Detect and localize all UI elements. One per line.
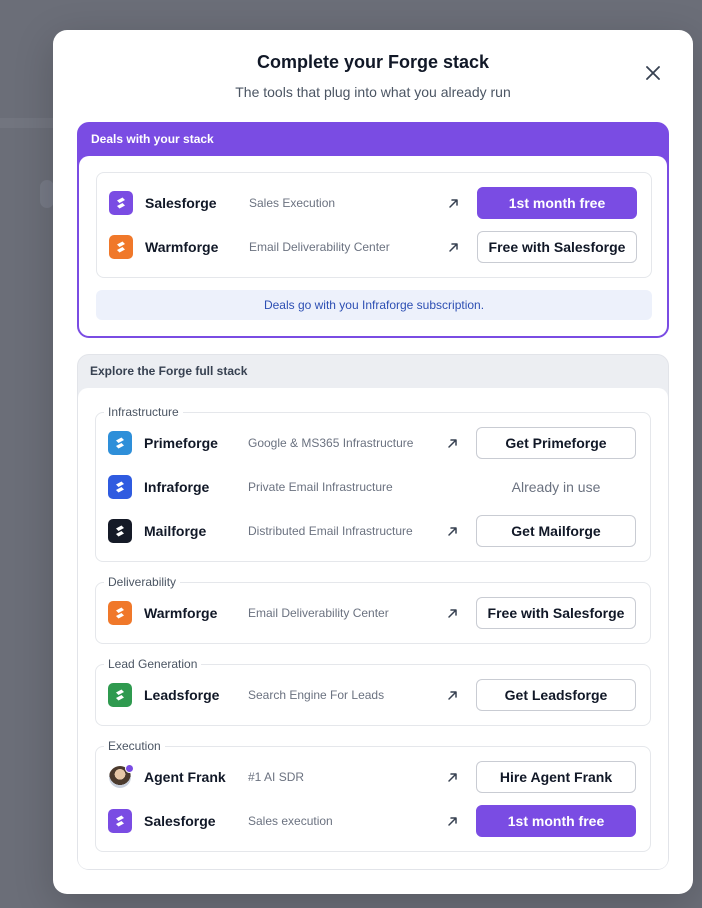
leadsforge-logo-icon [108, 683, 132, 707]
product-name: Salesforge [145, 195, 217, 211]
group-label: Infrastructure [104, 405, 183, 419]
ai-badge-icon [125, 764, 134, 773]
deals-body: Salesforge Sales Execution 1st month fre… [79, 156, 667, 336]
modal-title: Complete your Forge stack [256, 52, 490, 72]
group-execution: Execution Agent Frank #1 AI SDR Hire Age… [95, 739, 651, 852]
product-description: #1 AI SDR [248, 770, 305, 784]
explore-header: Explore the Forge full stack [90, 364, 248, 378]
product-description: Private Email Infrastructure [248, 480, 393, 494]
external-link-icon[interactable] [444, 687, 460, 703]
salesforge-logo-icon [108, 809, 132, 833]
product-description: Search Engine For Leads [248, 688, 385, 702]
product-row-leadsforge: Leadsforge Search Engine For Leads Get L… [96, 673, 650, 717]
product-name: Mailforge [144, 523, 207, 539]
product-name: Infraforge [144, 479, 210, 495]
external-link-icon[interactable] [444, 769, 460, 785]
external-link-icon[interactable] [444, 813, 460, 829]
product-name: Agent Frank [144, 769, 226, 785]
product-description: Distributed Email Infrastructure [248, 524, 413, 538]
salesforge-logo-icon [109, 191, 133, 215]
background-shape [0, 118, 60, 128]
modal-subtitle: The tools that plug into what you alread… [235, 84, 511, 100]
product-description: Email Deliverability Center [248, 606, 389, 620]
salesforge-deal-button[interactable]: 1st month free [477, 187, 637, 219]
external-link-icon[interactable] [444, 523, 460, 539]
salesforge-free-month-button[interactable]: 1st month free [476, 805, 636, 837]
group-label: Execution [104, 739, 165, 753]
free-with-salesforge-button[interactable]: Free with Salesforge [476, 597, 636, 629]
external-link-icon[interactable] [445, 195, 461, 211]
deals-header: Deals with your stack [91, 132, 214, 146]
forge-stack-modal: Complete your Forge stack The tools that… [53, 30, 693, 894]
product-row-warmforge: Warmforge Email Deliverability Center Fr… [96, 591, 650, 635]
product-name: Primeforge [144, 435, 218, 451]
deals-section: Deals with your stack Salesforge Sales E… [77, 122, 669, 338]
product-name: Warmforge [145, 239, 219, 255]
product-row-infraforge: Infraforge Private Email Infrastructure … [96, 465, 650, 509]
external-link-icon[interactable] [445, 239, 461, 255]
explore-body: Infrastructure Primeforge Google & MS365… [78, 388, 668, 869]
background-shape [40, 180, 54, 208]
avatar [109, 764, 134, 788]
deals-card: Salesforge Sales Execution 1st month fre… [96, 172, 652, 278]
group-label: Lead Generation [104, 657, 202, 671]
deals-note: Deals go with you Infraforge subscriptio… [96, 290, 652, 320]
hire-agent-frank-button[interactable]: Hire Agent Frank [476, 761, 636, 793]
already-in-use-status: Already in use [511, 479, 601, 495]
get-mailforge-button[interactable]: Get Mailforge [476, 515, 636, 547]
close-button[interactable] [640, 60, 666, 86]
product-name: Leadsforge [144, 687, 220, 703]
get-leadsforge-button[interactable]: Get Leadsforge [476, 679, 636, 711]
product-description: Sales execution [248, 814, 333, 828]
product-row-salesforge: Salesforge Sales Execution 1st month fre… [97, 181, 651, 225]
explore-section: Explore the Forge full stack Infrastruct… [77, 354, 669, 870]
product-row-mailforge: Mailforge Distributed Email Infrastructu… [96, 509, 650, 553]
group-deliverability: Deliverability Warmforge Email Deliverab… [95, 575, 651, 644]
product-name: Salesforge [144, 813, 216, 829]
agent-frank-avatar [108, 764, 134, 789]
warmforge-logo-icon [109, 235, 133, 259]
primeforge-logo-icon [108, 431, 132, 455]
group-infrastructure: Infrastructure Primeforge Google & MS365… [95, 405, 651, 562]
product-row-agent-frank: Agent Frank #1 AI SDR Hire Agent Frank [96, 755, 650, 799]
get-primeforge-button[interactable]: Get Primeforge [476, 427, 636, 459]
external-link-icon[interactable] [444, 435, 460, 451]
group-label: Deliverability [104, 575, 181, 589]
product-description: Sales Execution [249, 196, 336, 210]
warmforge-deal-button[interactable]: Free with Salesforge [477, 231, 637, 263]
product-description: Email Deliverability Center [249, 240, 390, 254]
infraforge-logo-icon [108, 475, 132, 499]
external-link-icon[interactable] [444, 605, 460, 621]
product-row-salesforge: Salesforge Sales execution 1st month fre… [96, 799, 650, 843]
product-row-primeforge: Primeforge Google & MS365 Infrastructure… [96, 421, 650, 465]
group-lead-generation: Lead Generation Leadsforge Search Engine… [95, 657, 651, 726]
close-icon [646, 66, 660, 80]
warmforge-logo-icon [108, 601, 132, 625]
product-description: Google & MS365 Infrastructure [248, 436, 414, 450]
product-name: Warmforge [144, 605, 218, 621]
product-row-warmforge: Warmforge Email Deliverability Center Fr… [97, 225, 651, 269]
mailforge-logo-icon [108, 519, 132, 543]
